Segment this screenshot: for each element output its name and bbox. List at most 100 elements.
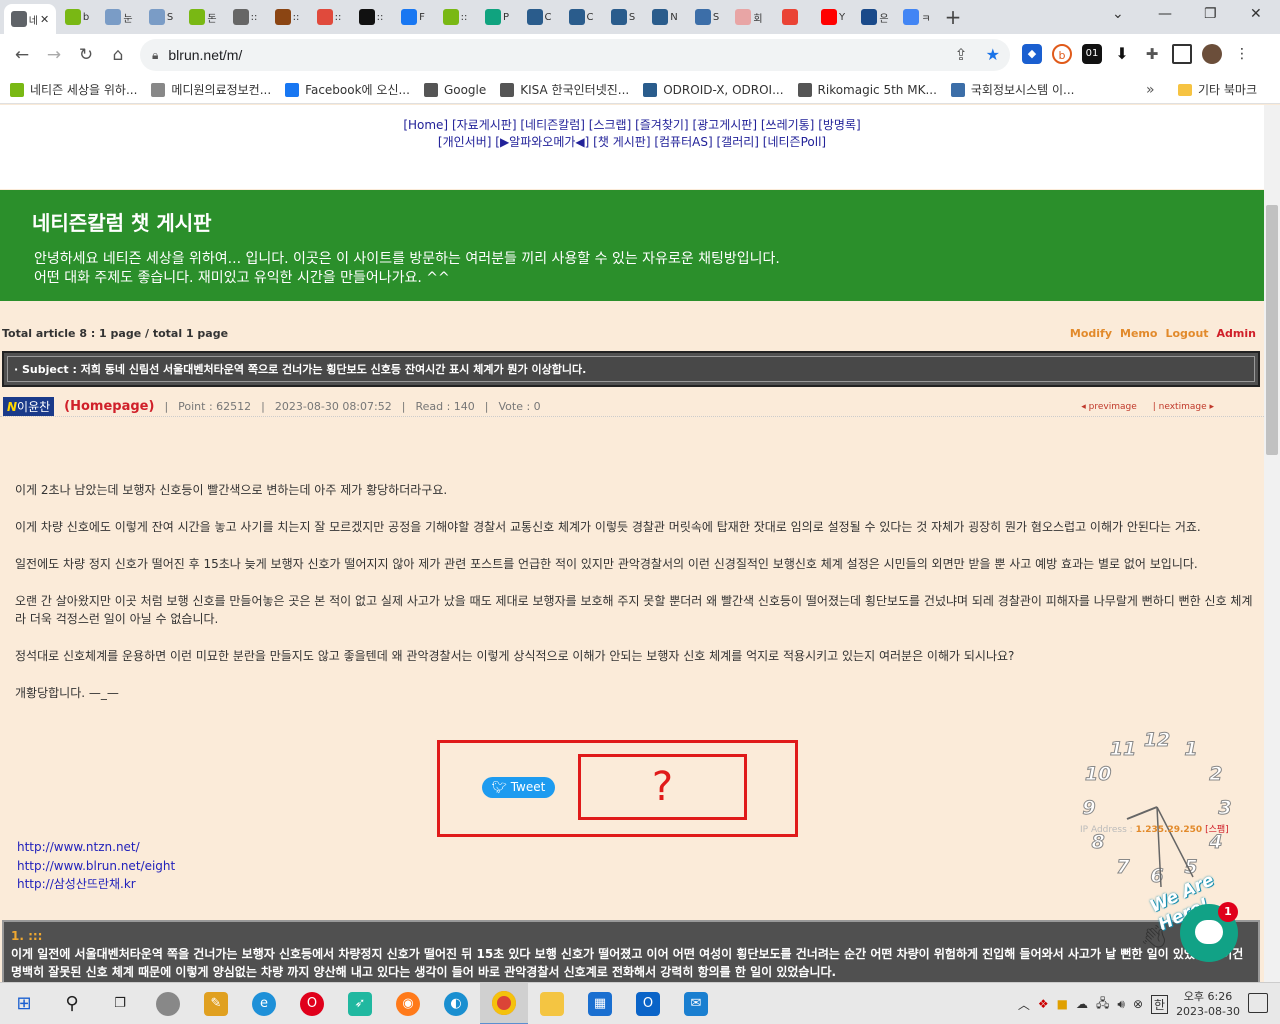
menu-kebab-icon[interactable]: ⋮ bbox=[1232, 44, 1252, 64]
nav-link[interactable]: [네티즌칼럼] bbox=[520, 118, 585, 132]
prev-image-link[interactable]: ◂ previmage bbox=[1081, 402, 1137, 412]
browser-tab[interactable]: 회 bbox=[728, 3, 770, 31]
browser-tab[interactable]: 은 bbox=[854, 3, 896, 31]
taskbar-app-explorer[interactable] bbox=[528, 983, 576, 1024]
browser-tab[interactable]: Y bbox=[812, 3, 854, 31]
notification-center-button[interactable] bbox=[1248, 993, 1268, 1013]
signature-link[interactable]: http://www.blrun.net/eight bbox=[17, 857, 175, 876]
tray-app-icon[interactable]: ❖ bbox=[1038, 997, 1049, 1011]
browser-tab[interactable]: b bbox=[56, 3, 98, 31]
puzzle-extensions-icon[interactable]: ✚ bbox=[1142, 44, 1162, 64]
address-bar[interactable]: 🔒︎ blrun.net/m/ ⇪ ★ bbox=[140, 39, 1010, 71]
taskbar-app-opera[interactable]: O bbox=[288, 983, 336, 1024]
nav-link[interactable]: [쓰레기통] bbox=[761, 118, 815, 132]
browser-tab[interactable]: 네 ✕ bbox=[4, 4, 56, 34]
nav-link[interactable]: [광고게시판] bbox=[692, 118, 757, 132]
chat-widget-button[interactable]: 1 bbox=[1180, 902, 1238, 962]
tweet-button[interactable]: 🐦︎ Tweet bbox=[482, 777, 555, 798]
spam-link[interactable]: [스팸] bbox=[1205, 825, 1229, 835]
bookmarks-overflow-button[interactable]: » bbox=[1146, 82, 1155, 98]
nav-link[interactable]: [Home] bbox=[403, 118, 448, 132]
tab-search-icon[interactable]: ⌄ bbox=[1112, 6, 1124, 22]
browser-tab[interactable]: 돈 bbox=[182, 3, 224, 31]
next-image-link[interactable]: | nextimage ▸ bbox=[1153, 402, 1214, 412]
taskbar-app-clock[interactable] bbox=[144, 983, 192, 1024]
browser-tab[interactable]: S bbox=[686, 3, 728, 31]
new-tab-button[interactable]: + bbox=[938, 5, 968, 29]
minimize-button[interactable]: — bbox=[1158, 6, 1172, 22]
nav-link[interactable]: [챗 게시판] bbox=[593, 135, 650, 149]
browser-tab[interactable]: P bbox=[476, 3, 518, 31]
url-text[interactable]: blrun.net/m/ bbox=[168, 47, 242, 63]
taskbar-app-firefox[interactable]: ◉ bbox=[384, 983, 432, 1024]
system-clock[interactable]: 오후 6:26 2023-08-30 bbox=[1176, 989, 1240, 1019]
tray-chat-icon[interactable]: ■ bbox=[1057, 997, 1068, 1011]
other-bookmarks[interactable]: 기타 북마크 bbox=[1178, 81, 1257, 98]
tray-x-icon[interactable]: ⊗ bbox=[1133, 997, 1143, 1011]
browser-tab[interactable]: :: bbox=[308, 3, 350, 31]
bookmark-item[interactable]: Rikomagic 5th MK... bbox=[797, 82, 937, 97]
reload-button[interactable]: ↻ bbox=[70, 45, 102, 65]
browser-tab[interactable]: ㅋ bbox=[896, 3, 938, 31]
home-button[interactable]: ⌂ bbox=[102, 45, 134, 65]
task-view-button[interactable]: ❐ bbox=[96, 983, 144, 1024]
nav-link[interactable]: [자료게시판] bbox=[452, 118, 517, 132]
maximize-button[interactable]: ❐ bbox=[1204, 6, 1217, 22]
homepage-link[interactable]: (Homepage) bbox=[64, 399, 154, 414]
browser-tab[interactable] bbox=[770, 3, 812, 31]
browser-tab[interactable]: N bbox=[644, 3, 686, 31]
back-button[interactable]: ← bbox=[6, 45, 38, 65]
forward-button[interactable]: → bbox=[38, 45, 70, 65]
taskbar-app-outlook[interactable]: O bbox=[624, 983, 672, 1024]
nav-link[interactable]: [개인서버] bbox=[438, 135, 492, 149]
modify-link[interactable]: Modify bbox=[1070, 327, 1112, 340]
tray-chevron-icon[interactable]: ︿ bbox=[1018, 996, 1030, 1013]
nav-link[interactable]: [방명록] bbox=[818, 118, 860, 132]
taskbar-app-swift[interactable]: ➶ bbox=[336, 983, 384, 1024]
taskbar-app-ie[interactable]: e bbox=[240, 983, 288, 1024]
browser-tab[interactable]: 눈 bbox=[98, 3, 140, 31]
admin-link[interactable]: Admin bbox=[1217, 327, 1256, 340]
signature-link[interactable]: http://www.ntzn.net/ bbox=[17, 838, 175, 857]
bookmark-item[interactable]: 메디원의료정보컨... bbox=[151, 81, 271, 98]
taskbar-app-store[interactable]: ▦ bbox=[576, 983, 624, 1024]
circle-extension-icon[interactable]: b bbox=[1052, 44, 1072, 64]
share-icon[interactable]: ⇪ bbox=[954, 45, 967, 64]
nav-link[interactable]: [스크랩] bbox=[589, 118, 631, 132]
download-extension-icon[interactable]: ⬇ bbox=[1112, 44, 1132, 64]
cloud-icon[interactable]: ☁ bbox=[1076, 997, 1088, 1011]
taskbar-app-chrome[interactable] bbox=[480, 982, 528, 1024]
nav-link[interactable]: [네티즌Poll] bbox=[763, 135, 826, 149]
bookmark-item[interactable]: 국회정보시스템 이... bbox=[950, 81, 1074, 98]
01-extension-icon[interactable]: 01 bbox=[1082, 44, 1102, 64]
bookmark-item[interactable]: 네티즌 세상을 위하... bbox=[10, 81, 137, 98]
nav-link[interactable]: [갤러리] bbox=[716, 135, 758, 149]
volume-icon[interactable]: 🔊︎ bbox=[1117, 997, 1125, 1012]
browser-tab[interactable]: S bbox=[602, 3, 644, 31]
nav-link[interactable]: [즐겨찾기] bbox=[635, 118, 689, 132]
browser-tab[interactable]: :: bbox=[266, 3, 308, 31]
bookmark-item[interactable]: ODROID-X, ODROI... bbox=[643, 82, 784, 97]
bookmark-item[interactable]: Google bbox=[423, 82, 486, 97]
signature-link[interactable]: http://삼성산뜨란채.kr bbox=[17, 875, 175, 894]
browser-tab[interactable]: :: bbox=[350, 3, 392, 31]
page-scrollbar[interactable] bbox=[1264, 105, 1280, 982]
nav-link[interactable]: [▶알파와오메가◀] bbox=[495, 135, 589, 149]
taskbar-app-edge[interactable]: ◐ bbox=[432, 983, 480, 1024]
shield-extension-icon[interactable]: ◆ bbox=[1022, 44, 1042, 64]
browser-tab[interactable]: :: bbox=[434, 3, 476, 31]
browser-tab[interactable]: S bbox=[140, 3, 182, 31]
browser-tab[interactable]: C bbox=[518, 3, 560, 31]
profile-avatar[interactable] bbox=[1202, 44, 1222, 64]
logout-link[interactable]: Logout bbox=[1165, 327, 1208, 340]
bookmark-star-icon[interactable]: ★ bbox=[986, 45, 1000, 64]
close-window-button[interactable]: ✕ bbox=[1250, 6, 1262, 22]
memo-link[interactable]: Memo bbox=[1120, 327, 1157, 340]
browser-tab[interactable]: F bbox=[392, 3, 434, 31]
bookmark-item[interactable]: KISA 한국인터넷진... bbox=[500, 81, 629, 98]
taskbar-app-mail[interactable]: ✉ bbox=[672, 983, 720, 1024]
close-tab-icon[interactable]: ✕ bbox=[40, 13, 49, 26]
bookmark-item[interactable]: Facebook에 오신... bbox=[285, 81, 410, 98]
nav-link[interactable]: [컴퓨터AS] bbox=[654, 135, 712, 149]
taskbar-app-editor[interactable]: ✎ bbox=[192, 983, 240, 1024]
